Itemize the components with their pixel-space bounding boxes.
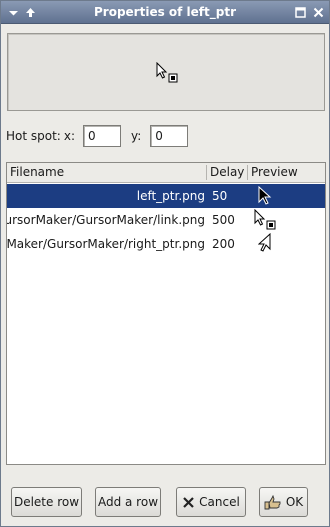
properties-dialog: Properties of left_ptr Hot spot: x: 0 y:… [0, 0, 330, 527]
hotspot-y-input[interactable]: 0 [150, 125, 189, 147]
window-title: Properties of left_ptr [93, 5, 236, 19]
add-row-button[interactable]: Add a row [95, 487, 161, 517]
list-header: Filename Delay Preview [7, 163, 325, 183]
delete-row-label: Delete row [13, 495, 80, 509]
cancel-button[interactable]: Cancel [176, 487, 246, 517]
hotspot-x-input[interactable]: 0 [83, 125, 121, 147]
cell-delay: 500 [212, 213, 235, 227]
ok-hand-icon [264, 494, 282, 510]
close-icon[interactable] [311, 5, 325, 19]
table-row[interactable]: left_ptr.png 50 [7, 184, 325, 208]
hotspot-row: Hot spot: x: 0 y: 0 [6, 125, 189, 147]
hotspot-label: Hot spot: [6, 129, 61, 143]
cell-filename: GursorMaker/GursorMaker/right_ptr.png [7, 237, 205, 251]
table-row[interactable]: GursorMaker/GursorMaker/right_ptr.png 20… [7, 232, 325, 256]
delete-row-button[interactable]: Delete row [11, 487, 82, 517]
title-bar[interactable]: Properties of left_ptr [1, 1, 329, 24]
table-row[interactable]: GursorMaker/GursorMaker/link.png 500 [7, 208, 325, 232]
cell-filename: GursorMaker/GursorMaker/link.png [7, 213, 205, 227]
cancel-label: Cancel [199, 495, 240, 509]
hotspot-x-label: x: [63, 129, 75, 143]
add-row-label: Add a row [97, 495, 159, 509]
cursor-preview-area [7, 33, 325, 111]
maximize-icon[interactable] [293, 5, 307, 19]
cell-delay: 50 [212, 189, 228, 203]
ok-button[interactable]: OK [259, 487, 308, 517]
column-header-filename[interactable]: Filename [7, 163, 206, 182]
frame-list[interactable]: Filename Delay Preview left_ptr.png 50 G… [6, 162, 326, 465]
arrow-cursor-icon [252, 184, 292, 208]
link-cursor-icon [156, 61, 180, 89]
cell-filename: left_ptr.png [136, 189, 205, 203]
cell-delay: 200 [212, 237, 235, 251]
right-arrow-cursor-icon [252, 232, 292, 256]
ok-label: OK [285, 495, 304, 509]
cancel-icon [182, 496, 195, 509]
column-header-delay[interactable]: Delay [207, 163, 247, 182]
column-header-preview[interactable]: Preview [248, 163, 325, 182]
link-cursor-icon [252, 208, 292, 232]
hotspot-y-label: y: [131, 129, 142, 143]
